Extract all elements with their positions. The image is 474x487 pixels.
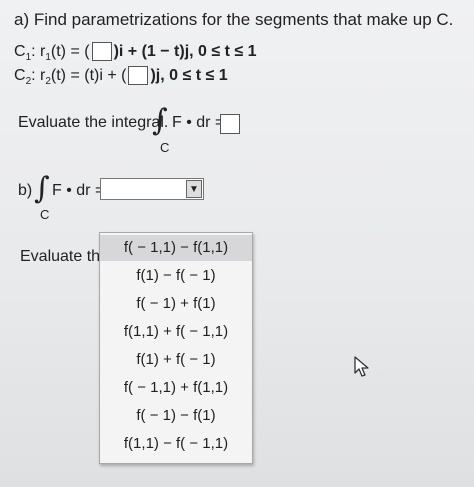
c2-after-text: )j, 0 ≤ t ≤ 1 <box>150 66 228 84</box>
c2-middle-text: (t) = (t)i + ( <box>50 66 127 84</box>
integrand-text: F • dr = <box>172 114 225 131</box>
integral-subscript-c-b: C <box>40 207 50 222</box>
c1-parametrization: C1 : r1 (t) = ( )i + (1 − t)j, 0 ≤ t ≤ 1 <box>14 42 257 63</box>
dropdown-option[interactable]: f( − 1) + f(1) <box>100 291 252 317</box>
dropdown-option[interactable]: f(1) − f( − 1) <box>100 263 252 289</box>
dropdown-arrow-icon[interactable]: ▼ <box>186 180 202 198</box>
dropdown-option[interactable]: f( − 1,1) − f(1,1) <box>100 235 252 261</box>
part-b-label: b) <box>18 182 33 199</box>
evaluate-integral-text: Evaluate the integral. <box>18 114 169 131</box>
dropdown-option[interactable]: f( − 1,1) + f(1,1) <box>100 375 252 401</box>
c1-middle-text: (t) = ( <box>50 42 90 60</box>
integral-symbol-b: ∫ <box>34 171 50 206</box>
evaluate-text-partial: Evaluate the <box>20 248 109 265</box>
c1-r: r1 <box>40 42 51 63</box>
c2-parametrization: C2 : r2 (t) = (t)i + ( )j, 0 ≤ t ≤ 1 <box>14 66 228 87</box>
c2-colon: : <box>31 66 41 84</box>
dropdown-option[interactable]: f(1) + f( − 1) <box>100 347 252 373</box>
dropdown-option[interactable]: f( − 1) − f(1) <box>100 403 252 429</box>
integral-subscript-c: C <box>160 140 170 155</box>
c2-y-answer-input[interactable] <box>128 66 149 85</box>
c1-colon: : <box>31 42 41 60</box>
integral-symbol: ∫ <box>152 103 168 138</box>
c2-r: r2 <box>40 66 51 87</box>
dropdown-menu: f( − 1,1) − f(1,1) f(1) − f( − 1) f( − 1… <box>99 232 253 464</box>
question-page: a) Find parametrizations for the segment… <box>0 0 474 487</box>
integrand-text-b: F • dr = <box>52 182 105 199</box>
c2-label: C2 <box>14 66 32 87</box>
part-a-heading: a) Find parametrizations for the segment… <box>14 10 454 29</box>
c1-after-text: )i + (1 − t)j, 0 ≤ t ≤ 1 <box>113 42 257 60</box>
integral-answer-input[interactable] <box>220 114 240 134</box>
dropdown-option[interactable]: f(1,1) + f( − 1,1) <box>100 319 252 345</box>
answer-select[interactable]: ▼ <box>100 178 204 200</box>
c1-label: C1 <box>14 42 32 63</box>
c1-x-answer-input[interactable] <box>91 42 112 61</box>
dropdown-option[interactable]: f(1,1) − f( − 1,1) <box>100 431 252 457</box>
mouse-pointer-icon <box>353 356 371 383</box>
